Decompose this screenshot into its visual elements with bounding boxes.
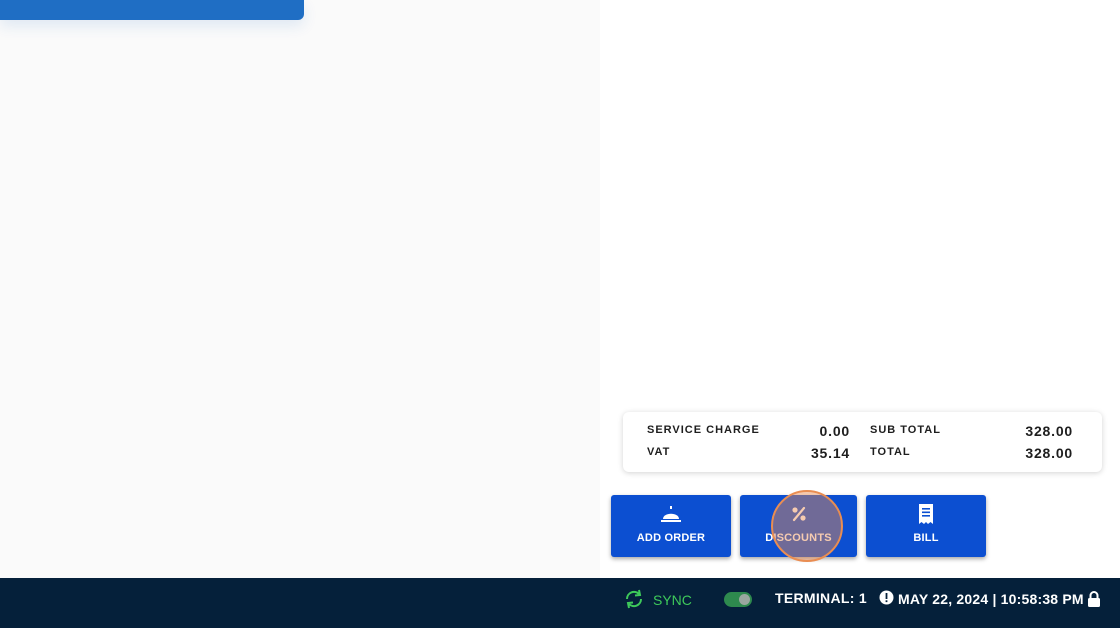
checkout-pane	[600, 0, 1120, 578]
percent-icon	[740, 503, 857, 525]
bill-label: BILL	[913, 532, 939, 544]
order-list-pane	[0, 0, 600, 578]
alert-circle-icon[interactable]	[879, 590, 894, 608]
add-order-button[interactable]: ADD ORDER	[611, 495, 731, 557]
discounts-button[interactable]: DISCOUNTS	[740, 495, 857, 557]
lock-icon[interactable]	[1087, 591, 1101, 612]
sub-total-label: SUB TOTAL	[870, 424, 941, 436]
discounts-label: DISCOUNTS	[765, 532, 832, 544]
vat-value: 35.14	[810, 445, 850, 461]
terminal-label: TERMINAL: 1	[775, 590, 867, 606]
sync-toggle[interactable]	[724, 592, 752, 607]
service-charge-label: SERVICE CHARGE	[647, 424, 760, 436]
datetime-display: MAY 22, 2024 | 10:58:38 PM	[879, 589, 1084, 609]
total-value: 328.00	[1025, 445, 1073, 461]
datetime-text: MAY 22, 2024 | 10:58:38 PM	[898, 591, 1084, 607]
sync-button[interactable]: SYNC	[623, 589, 692, 611]
service-charge-value: 0.00	[819, 423, 850, 439]
total-label: TOTAL	[870, 446, 911, 458]
toggle-knob	[739, 594, 750, 605]
sync-label: SYNC	[653, 592, 692, 608]
vat-label: VAT	[647, 446, 671, 458]
sync-icon	[623, 588, 645, 613]
service-bell-icon	[611, 503, 731, 525]
totals-summary-card: SERVICE CHARGE 0.00 VAT 35.14 SUB TOTAL …	[623, 412, 1102, 472]
bill-button[interactable]: BILL	[866, 495, 986, 557]
order-header-bar[interactable]	[0, 0, 304, 20]
receipt-icon	[866, 503, 986, 525]
sub-total-value: 328.00	[1025, 423, 1073, 439]
add-order-label: ADD ORDER	[636, 532, 706, 544]
